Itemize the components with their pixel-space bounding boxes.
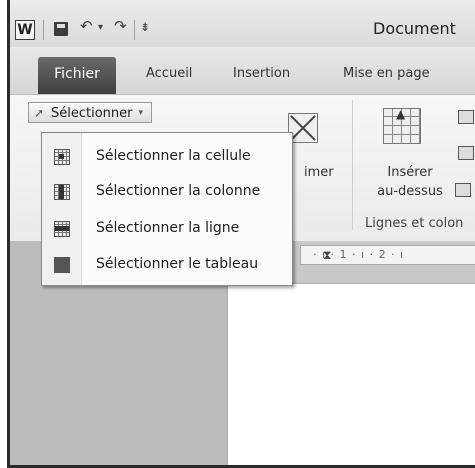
title-bar: W ↶ ▾ ↷ ⇟ Document bbox=[10, 0, 475, 47]
tab-file[interactable]: Fichier bbox=[38, 57, 116, 94]
document-title: Document bbox=[373, 19, 456, 38]
insert-above-button[interactable]: Insérer au-dessus bbox=[375, 163, 445, 201]
indent-marker-icon[interactable]: ⧗ bbox=[323, 246, 331, 264]
menu-item-select-row[interactable]: Sélectionner la ligne bbox=[42, 212, 292, 246]
redo-icon[interactable]: ↷ bbox=[114, 17, 127, 35]
menu-item-label: Sélectionner la colonne bbox=[96, 183, 261, 199]
tab-home[interactable]: Accueil bbox=[146, 66, 192, 81]
application-window: W ↶ ▾ ↷ ⇟ Document Fichier Accueil Inser… bbox=[7, 0, 475, 468]
save-icon[interactable] bbox=[54, 22, 68, 36]
menu-item-select-cell[interactable]: Sélectionner la cellule bbox=[42, 140, 292, 174]
select-button[interactable]: ➚ Sélectionner ▾ bbox=[28, 102, 152, 123]
cursor-icon: ➚ bbox=[34, 106, 45, 120]
rows-columns-group-label: Lignes et colon bbox=[365, 216, 464, 231]
select-row-icon bbox=[54, 221, 70, 237]
undo-dropdown-icon[interactable]: ▾ bbox=[98, 22, 103, 33]
ruler-scale: · ı · 1 · ı · 2 · ı bbox=[313, 248, 405, 261]
menu-item-label: Sélectionner le tableau bbox=[96, 256, 259, 272]
delete-button-label[interactable]: imer bbox=[304, 165, 334, 180]
insert-above-label-line1: Insérer bbox=[387, 165, 433, 180]
insert-below-icon[interactable] bbox=[458, 110, 474, 124]
insert-left-icon[interactable] bbox=[458, 146, 474, 160]
menu-item-select-column[interactable]: Sélectionner la colonne bbox=[42, 175, 292, 209]
menu-item-label: Sélectionner la ligne bbox=[96, 220, 240, 236]
select-cell-icon bbox=[54, 149, 70, 165]
customize-toolbar-icon[interactable]: ⇟ bbox=[140, 20, 150, 34]
insert-above-label-line2: au-dessus bbox=[377, 184, 443, 199]
select-dropdown-menu: Sélectionner la cellule Sélectionner la … bbox=[41, 132, 293, 286]
menu-item-label: Sélectionner la cellule bbox=[96, 148, 251, 164]
insert-right-icon[interactable] bbox=[455, 183, 471, 197]
chevron-down-icon: ▾ bbox=[138, 108, 143, 118]
select-column-icon bbox=[54, 184, 70, 200]
undo-icon[interactable]: ↶ bbox=[80, 17, 93, 35]
ribbon-tab-bar: Fichier Accueil Insertion Mise en page bbox=[10, 47, 475, 94]
group-divider bbox=[352, 100, 353, 230]
tab-insert[interactable]: Insertion bbox=[233, 66, 290, 81]
toolbar-divider bbox=[134, 20, 135, 40]
word-app-icon[interactable]: W bbox=[15, 20, 35, 40]
insert-above-icon[interactable] bbox=[383, 107, 421, 144]
select-table-icon bbox=[54, 257, 70, 273]
menu-item-select-table[interactable]: Sélectionner le tableau bbox=[42, 248, 292, 282]
select-button-label: Sélectionner bbox=[51, 106, 133, 121]
tab-page-layout[interactable]: Mise en page bbox=[343, 66, 430, 81]
document-page[interactable] bbox=[228, 284, 475, 465]
toolbar-divider bbox=[43, 20, 44, 40]
horizontal-ruler[interactable]: ⧗ · ı · 1 · ı · 2 · ı bbox=[300, 245, 475, 265]
